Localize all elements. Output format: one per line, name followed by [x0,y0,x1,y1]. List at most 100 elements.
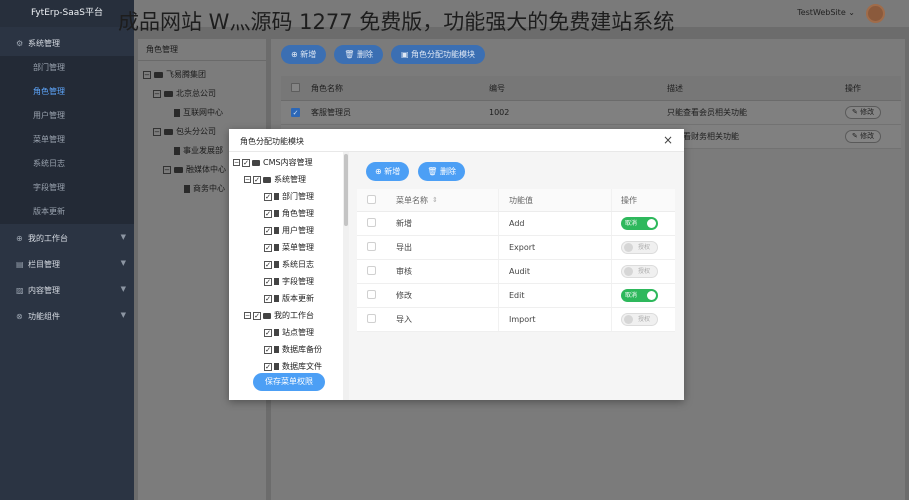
collapse-icon[interactable]: − [163,165,171,174]
table-row[interactable]: 修改 Edit 取消 [357,284,675,308]
permission-toggle[interactable]: 授权 [621,265,658,278]
tree-checkbox[interactable]: ✓ [242,158,250,167]
table-row[interactable]: ✓ 客服管理员 1002 只能查看会员相关功能 ✎ 修改 [281,101,901,125]
sort-icon[interactable]: ⇕ [432,196,438,204]
permission-toggle[interactable]: 取消 [621,289,658,302]
collapse-icon[interactable]: − [244,312,251,319]
toolbar: ⊕ 新增 🗑 删除 ▣ 角色分配功能模块 [281,45,486,64]
sidebar-item[interactable]: 菜单管理 [0,128,134,152]
dialog-delete-button[interactable]: 🗑 删除 [418,162,465,181]
permission-toggle[interactable]: 授权 [621,313,658,326]
tree-checkbox[interactable]: ✓ [264,294,272,303]
sidebar-group-label: 栏目管理 [28,259,60,269]
dialog-title: 角色分配功能模块 [240,137,304,146]
sidebar-item[interactable]: 部门管理 [0,56,134,80]
table-row[interactable]: 新增 Add 取消 [357,212,675,236]
role-name-cell: 客服管理员 [311,108,351,117]
column-header[interactable]: 菜单名称 ⇕ [386,189,499,211]
collapse-icon[interactable]: − [233,159,240,166]
column-header[interactable]: 描述 [667,83,845,94]
menu-name-cell: 导出 [386,236,499,259]
menu-tree-node[interactable]: − ✓ CMS内容管理 [229,154,343,171]
collapse-icon[interactable]: − [143,70,151,79]
menu-tree-node[interactable]: ✓ 菜单管理 [229,239,343,256]
menu-tree-node[interactable]: ✓ 版本更新 [229,290,343,307]
close-icon[interactable]: × [663,133,673,147]
tree-checkbox[interactable]: ✓ [264,226,272,235]
permission-toggle[interactable]: 授权 [621,241,658,254]
table-row[interactable]: 导出 Export 授权 [357,236,675,260]
dialog-add-button[interactable]: ⊕ 新增 [366,162,410,181]
sidebar-group[interactable]: ▤ 栏目管理 ▼ [0,251,134,277]
file-icon [274,210,279,217]
sidebar-item[interactable]: 版本更新 [0,200,134,224]
row-checkbox[interactable] [367,242,376,251]
tree-checkbox[interactable]: ✓ [264,243,272,252]
function-value-cell: Audit [499,260,612,283]
tree-checkbox[interactable]: ✓ [264,345,272,354]
site-selector[interactable]: TestWebSite ⌄ [797,8,855,17]
menu-tree-node[interactable]: − ✓ 我的工作台 [229,307,343,324]
file-icon [174,108,180,117]
sidebar-group[interactable]: ▨ 内容管理 ▼ [0,277,134,303]
menu-tree-node[interactable]: − ✓ 系统管理 [229,171,343,188]
sidebar-item[interactable]: 角色管理 [0,80,134,104]
column-header[interactable]: 编号 [489,83,667,94]
collapse-icon[interactable]: − [153,89,161,98]
menu-tree-node[interactable]: ✓ 站点管理 [229,324,343,341]
row-checkbox[interactable] [367,290,376,299]
menu-tree-node[interactable]: ✓ 系统日志 [229,256,343,273]
tree-node-label: 商务中心 [193,184,225,193]
sidebar-group[interactable]: ⊗ 功能组件 ▼ [0,303,134,329]
tree-checkbox[interactable]: ✓ [264,362,272,371]
row-checkbox[interactable] [367,314,376,323]
row-checkbox[interactable] [367,266,376,275]
collapse-icon[interactable]: − [244,176,251,183]
menu-tree-node[interactable]: ✓ 部门管理 [229,188,343,205]
column-header[interactable]: 角色名称 [311,83,489,94]
collapse-icon[interactable]: − [153,127,161,136]
menu-tree-node[interactable]: ✓ 字段管理 [229,273,343,290]
column-header: 功能值 [499,189,612,211]
avatar[interactable] [866,4,885,23]
tree-checkbox[interactable]: ✓ [253,311,261,320]
sidebar-group[interactable]: ⚙ 系统管理 [0,30,134,56]
function-value-cell: Export [499,236,612,259]
row-checkbox[interactable]: ✓ [291,108,300,117]
add-button[interactable]: ⊕ 新增 [281,45,327,64]
sidebar-group[interactable]: ⊕ 我的工作台 ▼ [0,225,134,251]
sidebar-item[interactable]: 字段管理 [0,176,134,200]
tree-checkbox[interactable]: ✓ [264,209,272,218]
select-all-checkbox[interactable] [367,194,376,204]
tree-node[interactable]: − 飞易腾集团 [138,65,266,84]
tree-checkbox[interactable]: ✓ [264,328,272,337]
permission-toggle[interactable]: 取消 [621,217,658,230]
tree-checkbox[interactable]: ✓ [264,260,272,269]
delete-button[interactable]: 🗑 删除 [334,45,383,64]
menu-tree-label: 数据库备份 [282,345,322,354]
file-icon [274,329,279,336]
tree-checkbox[interactable]: ✓ [264,277,272,286]
row-checkbox[interactable] [367,218,376,227]
tree-node[interactable]: − 北京总公司 [138,84,266,103]
tree-checkbox[interactable]: ✓ [264,192,272,201]
sidebar-item[interactable]: 系统日志 [0,152,134,176]
menu-tree-node[interactable]: ✓ 数据库备份 [229,341,343,358]
menu-tree-node[interactable]: ✓ 用户管理 [229,222,343,239]
table-row[interactable]: 导入 Import 授权 [357,308,675,332]
edit-button[interactable]: ✎ 修改 [845,106,882,119]
assign-module-button[interactable]: ▣ 角色分配功能模块 [390,45,486,64]
select-all-checkbox[interactable] [291,82,300,92]
tree-checkbox[interactable]: ✓ [253,175,261,184]
tree-node[interactable]: 互联网中心 [138,103,266,122]
menu-tree-node[interactable]: ✓ 角色管理 [229,205,343,222]
menu-tree-node[interactable]: ✓ 数据库文件 [229,358,343,374]
menu-tree-label: 角色管理 [282,209,314,218]
edit-button[interactable]: ✎ 修改 [845,130,882,143]
scrollbar-thumb[interactable] [344,154,348,226]
menu-tree: − ✓ CMS内容管理 − ✓ 系统管理 ✓ 部门管理 ✓ 角色管理 ✓ 用户管理 ✓ 菜单管理 ✓ 系统日志… [229,152,343,374]
sidebar-item[interactable]: 用户管理 [0,104,134,128]
save-permissions-button[interactable]: 保存菜单权限 [253,373,325,391]
table-row[interactable]: 审核 Audit 授权 [357,260,675,284]
menu-icon: ⊕ [16,233,23,243]
